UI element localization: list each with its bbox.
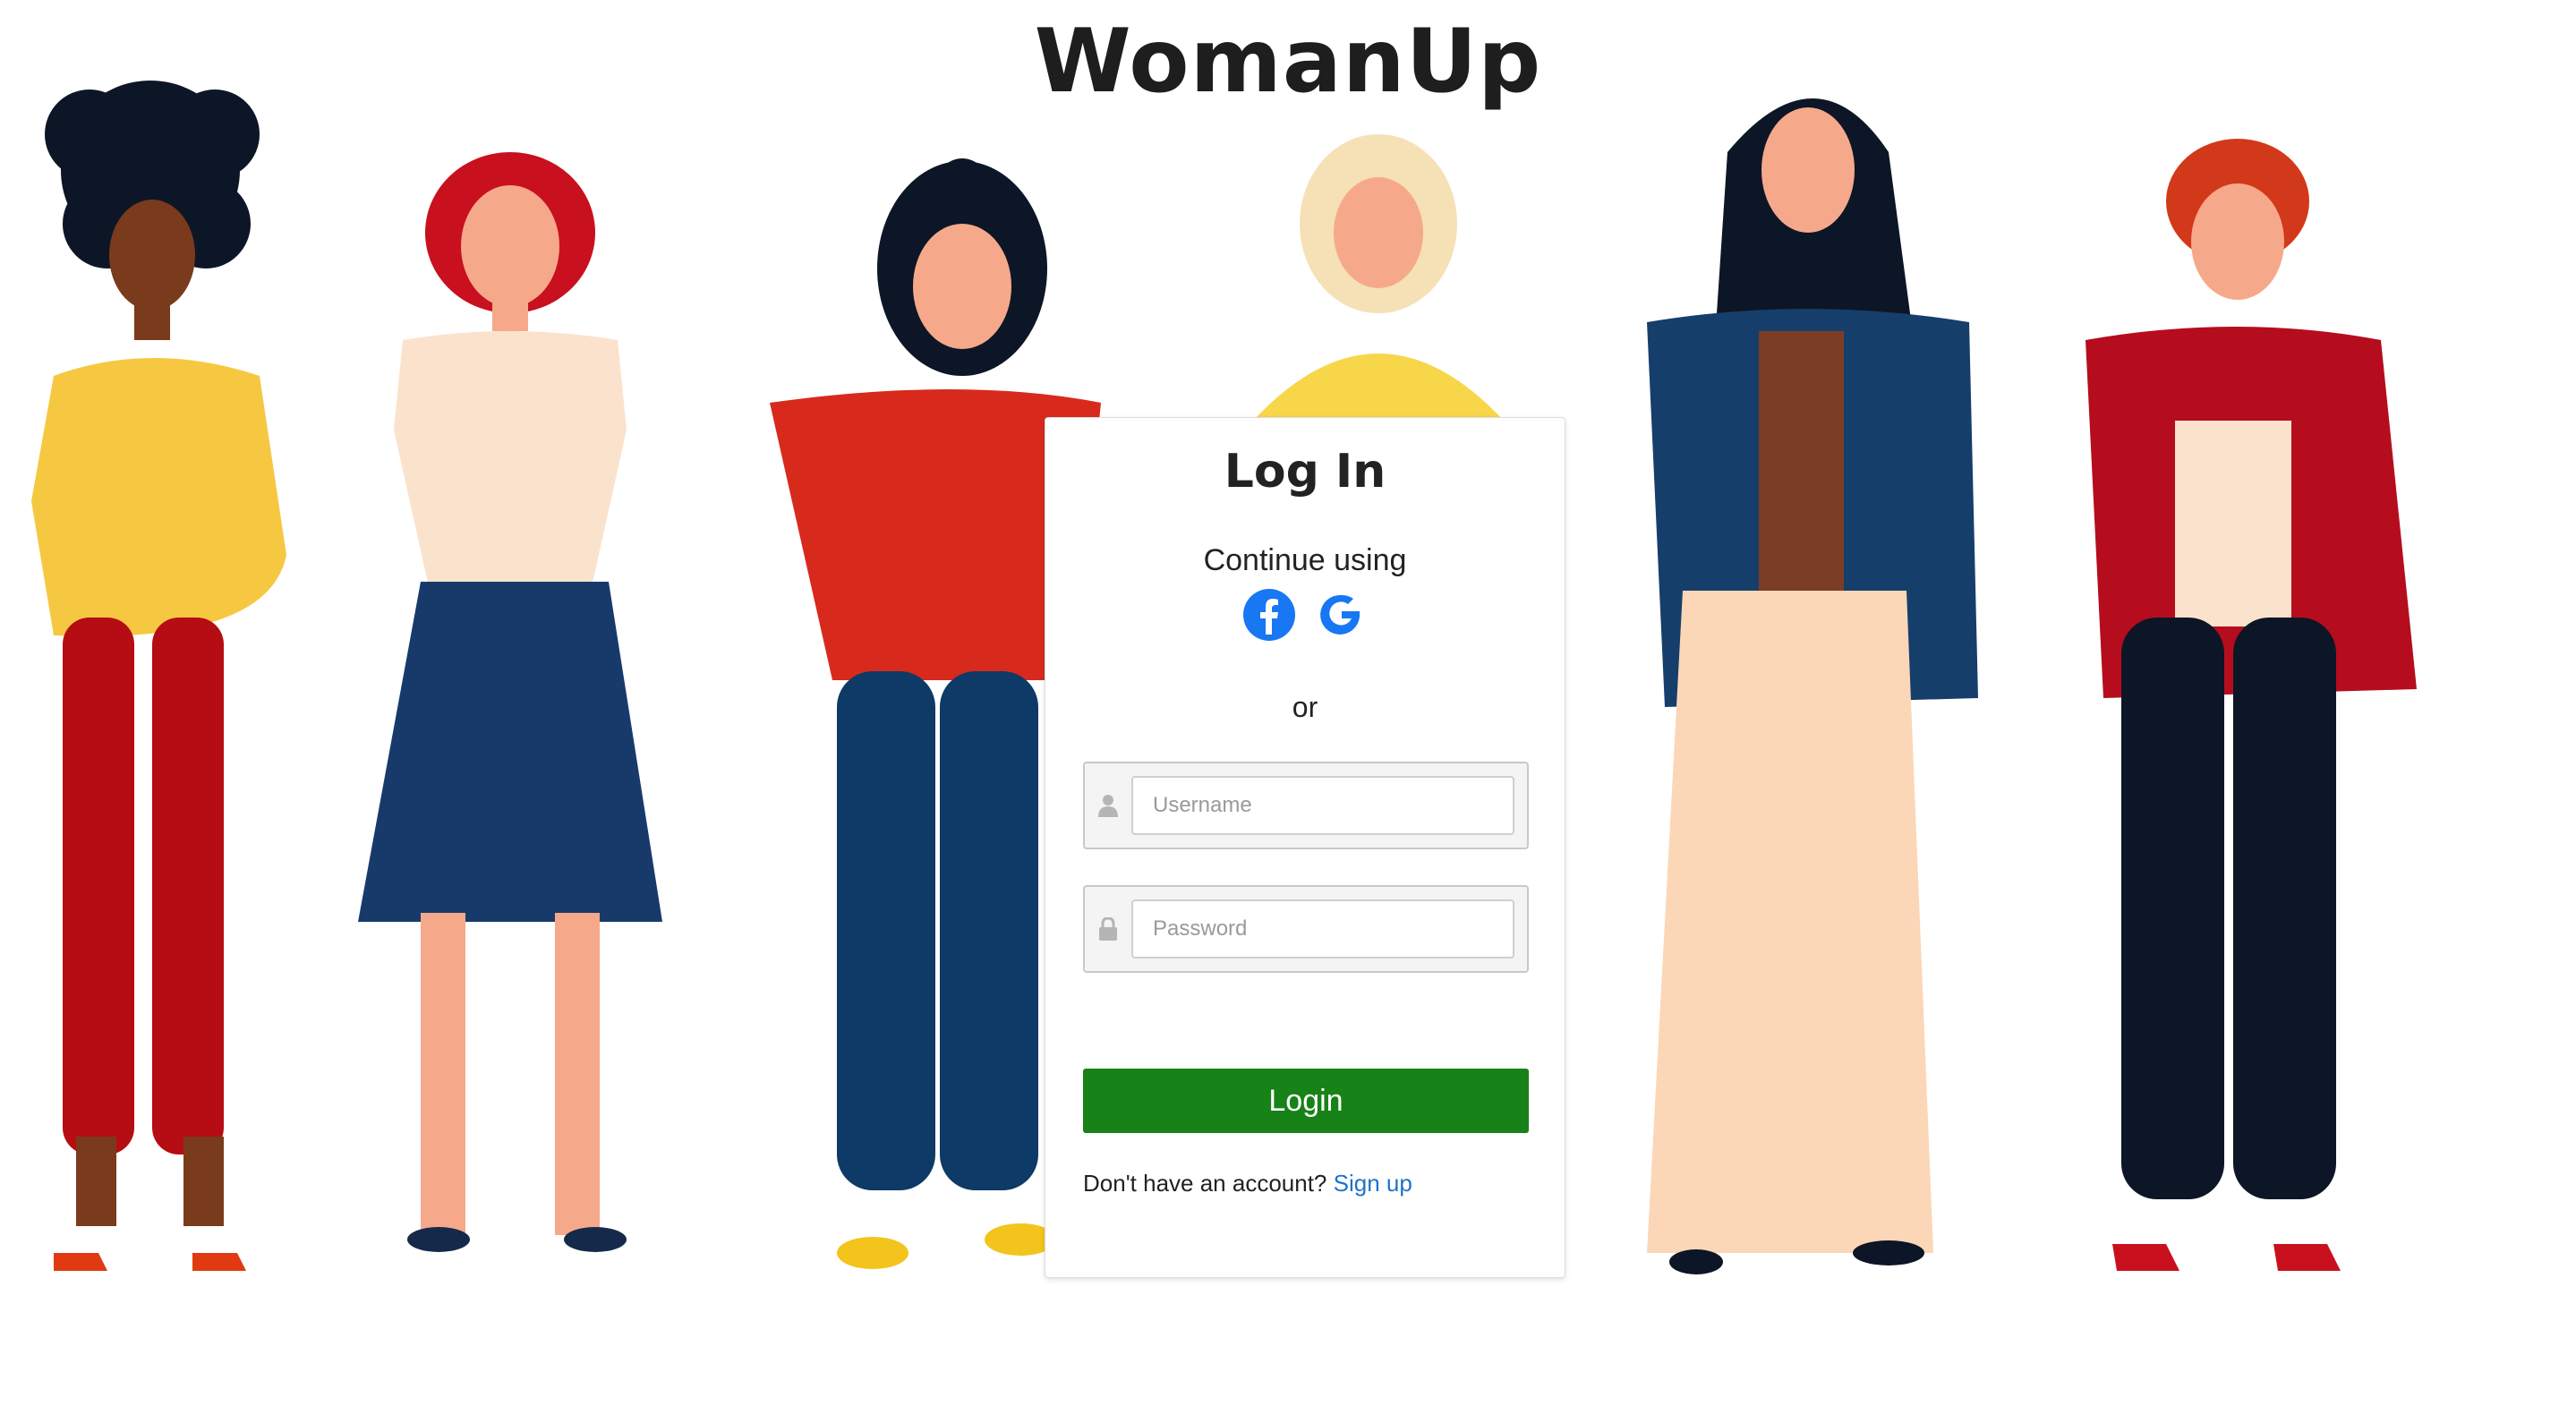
user-icon bbox=[1085, 794, 1131, 817]
login-title: Log In bbox=[1224, 445, 1386, 498]
woman-figure bbox=[358, 152, 662, 1252]
username-field bbox=[1083, 762, 1529, 849]
lock-icon bbox=[1085, 917, 1131, 941]
woman-figure bbox=[1647, 98, 1978, 1274]
google-icon[interactable] bbox=[1314, 588, 1368, 642]
username-input[interactable] bbox=[1131, 776, 1514, 835]
password-input[interactable] bbox=[1131, 899, 1514, 959]
login-card: Log In Continue using or Login Don't hav… bbox=[1045, 417, 1565, 1278]
or-divider: or bbox=[1292, 691, 1318, 723]
signup-link[interactable]: Sign up bbox=[1334, 1170, 1412, 1197]
signup-prompt: Don't have an account? Sign up bbox=[1083, 1170, 1412, 1197]
social-login-buttons bbox=[1045, 588, 1565, 642]
facebook-icon[interactable] bbox=[1242, 588, 1296, 642]
continue-using-text: Continue using bbox=[1203, 543, 1407, 577]
login-button[interactable]: Login bbox=[1083, 1069, 1529, 1133]
woman-figure bbox=[2086, 139, 2417, 1271]
password-field bbox=[1083, 885, 1529, 973]
woman-figure bbox=[1253, 134, 1504, 465]
woman-figure bbox=[31, 81, 286, 1271]
signup-prompt-text: Don't have an account? bbox=[1083, 1170, 1327, 1197]
